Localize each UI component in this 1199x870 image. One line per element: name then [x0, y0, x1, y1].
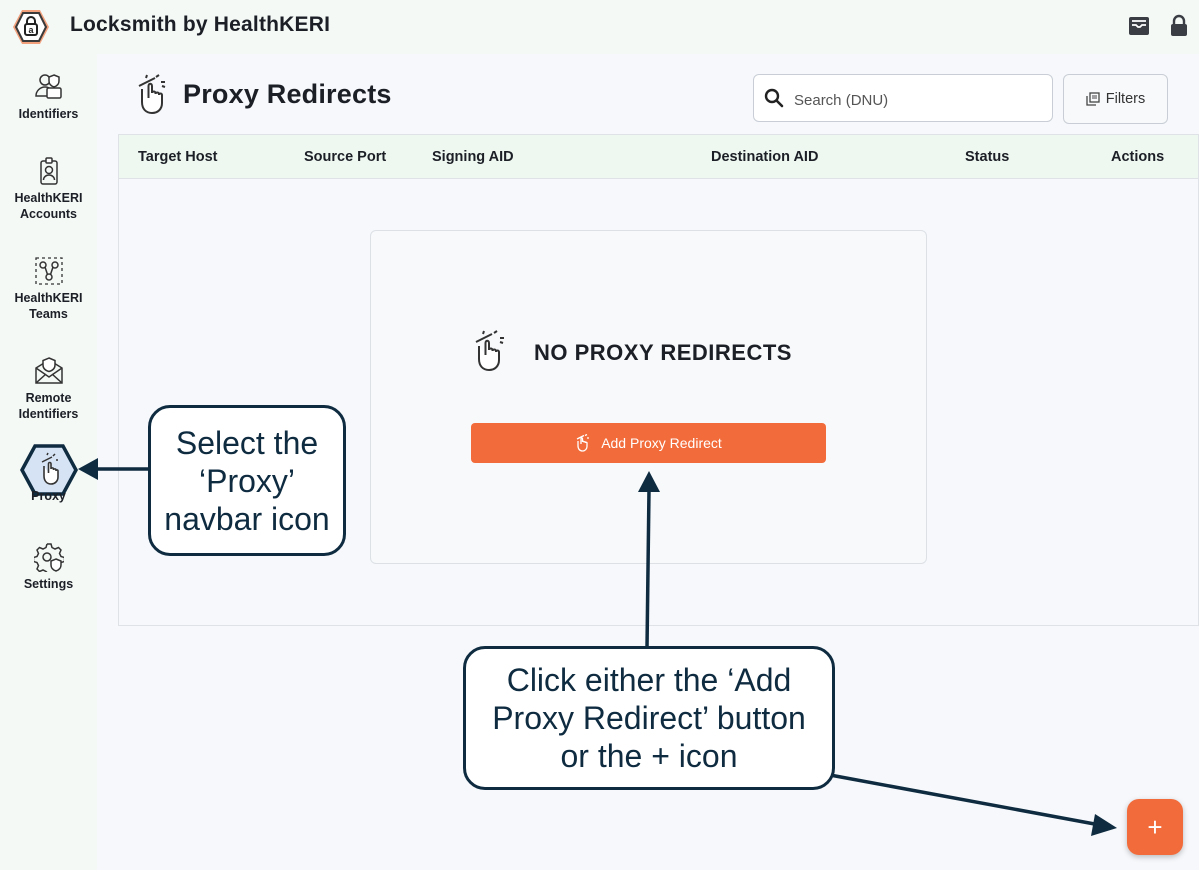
- sidebar-item-label: HealthKERI Accounts: [14, 191, 83, 221]
- add-redirect-callout: Click either the ‘Add Proxy Redirect’ bu…: [463, 646, 835, 790]
- badge-icon: [39, 157, 58, 185]
- search-input[interactable]: [792, 87, 1046, 113]
- sidebar-item-label: HealthKERI Teams: [14, 291, 83, 321]
- app-logo-icon: a: [13, 10, 49, 44]
- filters-label: Filters: [1105, 91, 1146, 107]
- column-destination-aid[interactable]: Destination AID: [711, 149, 818, 165]
- empty-state-card: [370, 230, 927, 564]
- settings-icon: [33, 543, 64, 572]
- sidebar-item-remote-identifiers[interactable]: Remote Identifiers: [0, 356, 97, 422]
- sidebar-item-label: Remote Identifiers: [18, 391, 79, 421]
- column-source-port[interactable]: Source Port: [304, 149, 386, 165]
- sidebar-item-healthkeri-teams[interactable]: HealthKERI Teams: [0, 256, 97, 322]
- filter-icon: [1086, 92, 1100, 106]
- app-bar: a Locksmith by HealthKERI: [0, 0, 1199, 54]
- column-target-host[interactable]: Target Host: [138, 149, 218, 165]
- add-proxy-redirect-label: Add Proxy Redirect: [601, 435, 722, 451]
- remote-identifier-icon: [34, 357, 63, 384]
- filters-button[interactable]: Filters: [1063, 74, 1168, 124]
- sidebar-item-label: Identifiers: [18, 107, 79, 121]
- network-icon: [34, 257, 63, 285]
- empty-state-title: NO PROXY REDIRECTS: [534, 340, 792, 365]
- identifiers-icon: [34, 74, 62, 99]
- lock-icon[interactable]: [1167, 14, 1191, 38]
- proxy-page-icon: [138, 74, 166, 115]
- sidebar-item-settings[interactable]: Settings: [0, 542, 97, 592]
- sidebar-item-proxy[interactable]: Proxy: [0, 444, 97, 504]
- proxy-empty-icon: [475, 330, 504, 372]
- sidebar-item-healthkeri-accounts[interactable]: HealthKERI Accounts: [0, 156, 97, 222]
- sidebar-item-label: Proxy: [31, 489, 66, 503]
- table-header: Target Host Source Port Signing AID Dest…: [119, 135, 1198, 179]
- column-status[interactable]: Status: [965, 149, 1009, 165]
- proxy-icon: [576, 434, 590, 452]
- sidebar-item-label: Settings: [23, 577, 74, 591]
- column-signing-aid[interactable]: Signing AID: [432, 149, 514, 165]
- page-title: Proxy Redirects: [183, 79, 392, 109]
- inbox-icon[interactable]: [1127, 14, 1151, 38]
- column-actions: Actions: [1111, 149, 1165, 165]
- app-title: Locksmith by HealthKERI: [70, 13, 331, 36]
- search-box: [753, 74, 1053, 122]
- plus-icon: +: [1147, 811, 1163, 842]
- proxy-navbar-callout: Select the ‘Proxy’ navbar icon: [148, 405, 346, 556]
- add-proxy-redirect-button[interactable]: Add Proxy Redirect: [471, 423, 826, 463]
- search-icon: [764, 88, 784, 108]
- sidebar: Identifiers HealthKERI Accounts HealthKE…: [0, 54, 97, 870]
- sidebar-item-identifiers[interactable]: Identifiers: [0, 72, 97, 122]
- add-fab-button[interactable]: +: [1127, 799, 1183, 855]
